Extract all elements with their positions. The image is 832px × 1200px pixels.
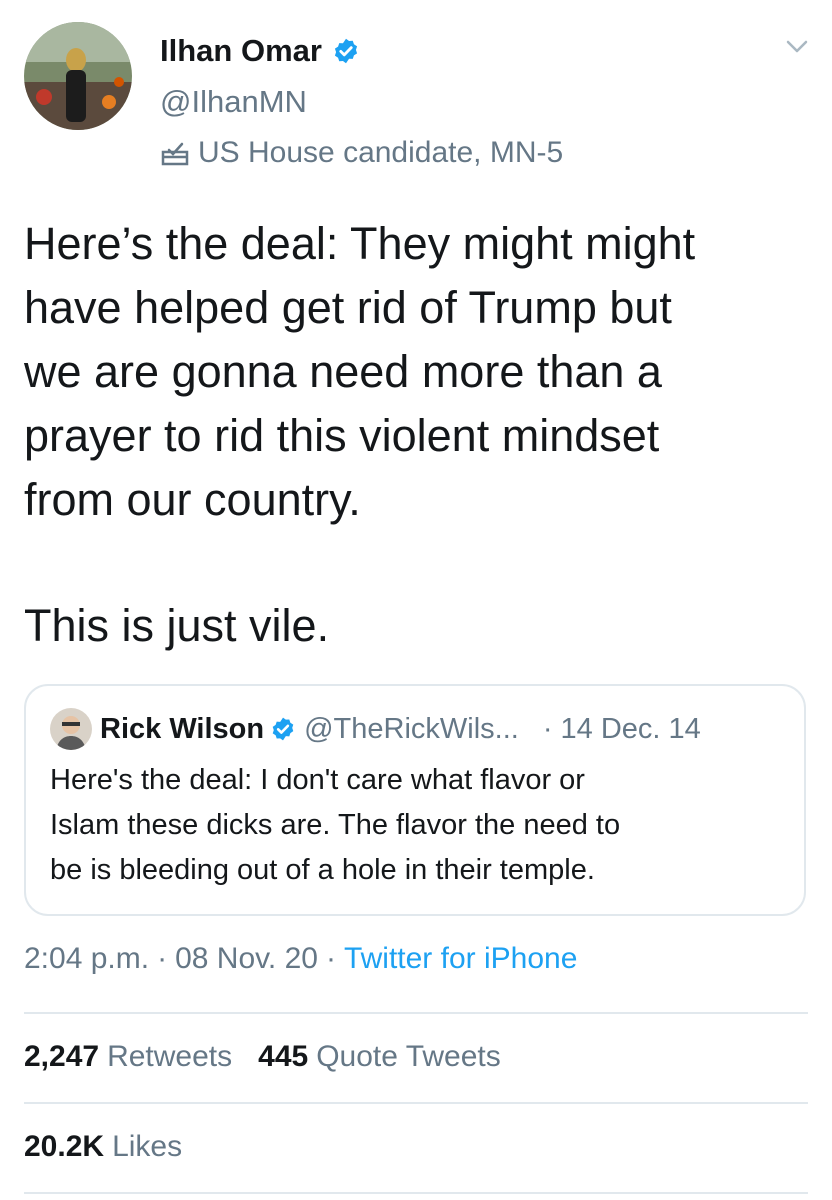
- quoted-verified-badge-icon: [272, 717, 294, 741]
- quoted-tweet-header: Rick Wilson @TheRickWils... · 14 Dec. 14: [50, 708, 701, 750]
- quote-tweets-stat[interactable]: 445 Quote Tweets: [258, 1040, 527, 1074]
- divider: [24, 1012, 808, 1014]
- author-name[interactable]: Ilhan Omar: [160, 33, 322, 69]
- meta-separator: ·: [157, 942, 168, 975]
- stats-row-likes: 20.2K Likes: [24, 1130, 208, 1164]
- tweet-time[interactable]: 2:04 p.m.: [24, 942, 149, 976]
- divider: [24, 1192, 808, 1194]
- quote-tweets-count: 445: [258, 1040, 309, 1073]
- tweet-text: Here’s the deal: They might might have h…: [24, 218, 696, 525]
- tweet-date[interactable]: 08 Nov. 20: [175, 942, 318, 976]
- tweet-text-tail: This is just vile.: [24, 600, 330, 651]
- quoted-separator: ·: [542, 712, 553, 745]
- author-label: US House candidate, MN-5: [198, 136, 564, 169]
- quoted-tweet-card[interactable]: Rick Wilson @TheRickWils... · 14 Dec. 14…: [24, 684, 806, 916]
- quoted-tweet-text: Here's the deal: I don't care what flavo…: [50, 764, 621, 886]
- quote-tweets-label: Quote Tweets: [316, 1040, 501, 1073]
- author-label-row: US House candidate, MN-5: [160, 136, 563, 170]
- tweet-meta: 2:04 p.m. · 08 Nov. 20 · Twitter for iPh…: [24, 942, 577, 976]
- meta-separator: ·: [325, 942, 336, 975]
- stats-row-retweets: 2,247 Retweets 445 Quote Tweets: [24, 1040, 527, 1074]
- chevron-down-icon[interactable]: [782, 36, 812, 58]
- author-name-row: Ilhan Omar: [160, 30, 360, 72]
- divider: [24, 1102, 808, 1104]
- ballot-box-icon: [161, 142, 189, 166]
- likes-label: Likes: [112, 1130, 183, 1163]
- author-handle[interactable]: @IlhanMN: [160, 84, 307, 120]
- retweets-stat[interactable]: 2,247 Retweets: [24, 1040, 258, 1074]
- quoted-author-name: Rick Wilson: [100, 712, 265, 745]
- verified-badge-icon: [334, 38, 358, 64]
- retweets-label: Retweets: [107, 1040, 233, 1073]
- likes-stat[interactable]: 20.2K Likes: [24, 1130, 208, 1164]
- quoted-author-avatar: [50, 708, 92, 750]
- quoted-date: 14 Dec. 14: [560, 712, 701, 745]
- tweet-source-link[interactable]: Twitter for iPhone: [344, 942, 577, 976]
- quoted-author-handle: @TheRickWils...: [304, 712, 519, 745]
- likes-count: 20.2K: [24, 1130, 105, 1163]
- author-avatar[interactable]: [24, 22, 132, 130]
- retweets-count: 2,247: [24, 1040, 100, 1073]
